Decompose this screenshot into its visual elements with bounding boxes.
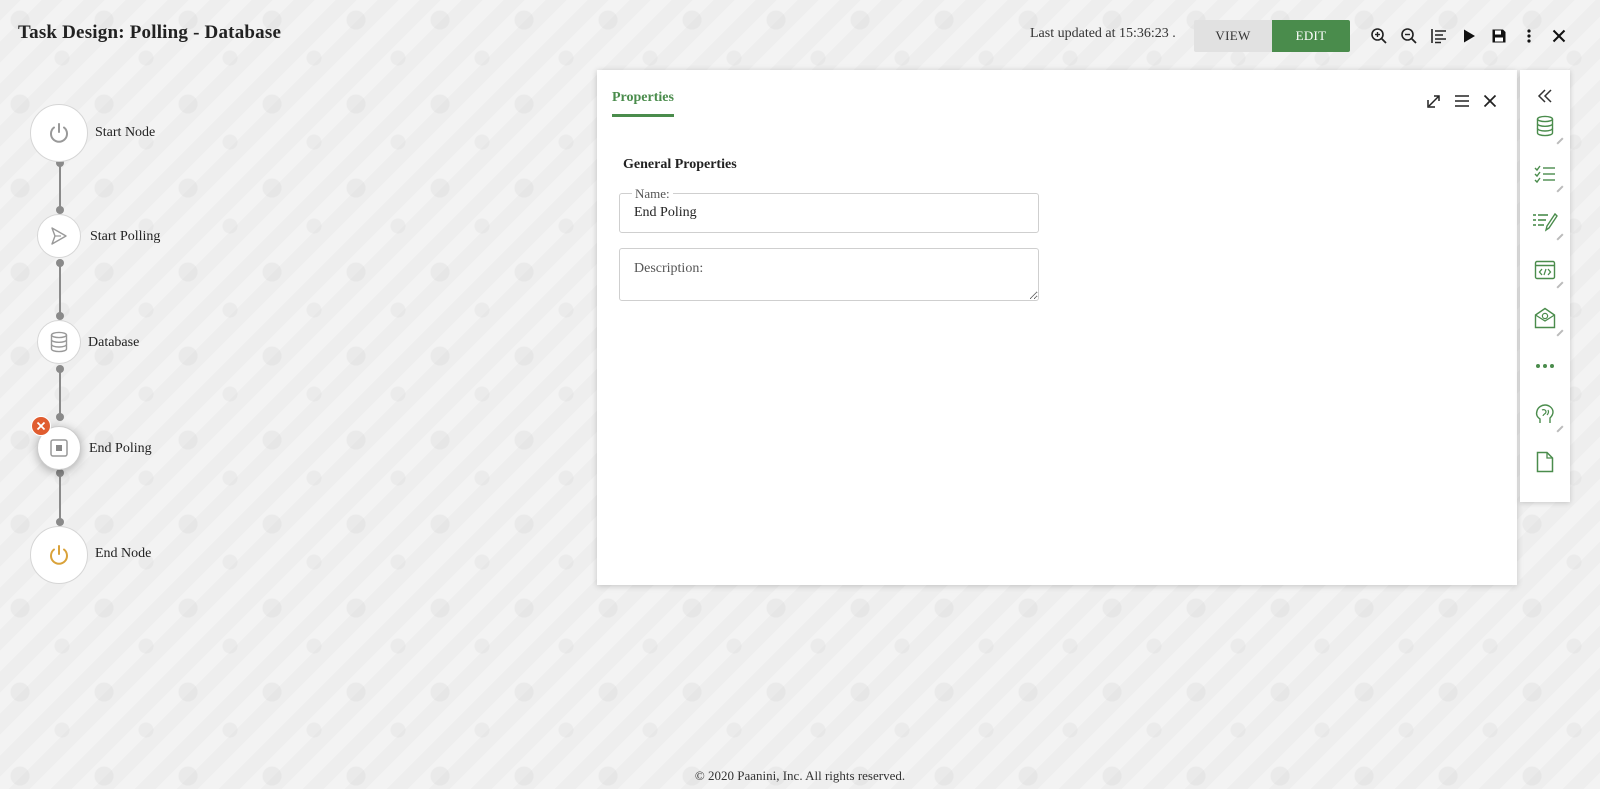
more-horizontal-icon[interactable] <box>1520 348 1570 384</box>
menu-icon[interactable] <box>1451 90 1473 112</box>
play-icon[interactable] <box>1454 24 1484 48</box>
checklist-icon[interactable] <box>1520 156 1570 193</box>
power-icon <box>47 121 71 145</box>
close-icon[interactable] <box>1544 24 1574 48</box>
align-icon[interactable] <box>1424 24 1454 48</box>
page-title: Task Design: Polling - Database <box>18 22 282 43</box>
stop-icon <box>49 438 69 458</box>
connector-dot <box>56 365 64 373</box>
edit-list-icon[interactable] <box>1520 204 1570 241</box>
name-field-label: Name: <box>632 186 673 202</box>
last-updated-text: Last updated at 15:36:23 . <box>1030 26 1176 41</box>
more-vertical-icon[interactable] <box>1514 24 1544 48</box>
name-input[interactable] <box>634 205 1024 221</box>
connector-dot <box>56 518 64 526</box>
send-icon <box>49 226 69 246</box>
description-input[interactable] <box>620 249 1038 300</box>
connector-dot <box>56 413 64 421</box>
edit-button[interactable]: EDIT <box>1272 20 1350 52</box>
flow-node-database[interactable] <box>37 320 81 364</box>
name-field: Name: <box>619 186 1039 233</box>
connector-dot <box>56 469 64 477</box>
flow-node-end[interactable] <box>30 526 88 584</box>
view-button[interactable]: VIEW <box>1194 20 1272 52</box>
code-window-icon[interactable] <box>1520 252 1570 289</box>
flow-node-label[interactable]: End Node <box>95 546 151 562</box>
properties-panel: Properties General Properties Name: <box>597 70 1517 585</box>
zoom-in-icon[interactable] <box>1364 24 1394 48</box>
flow-node-label[interactable]: Database <box>88 335 139 351</box>
power-icon <box>47 543 71 567</box>
document-icon[interactable] <box>1520 444 1570 480</box>
connector <box>59 264 61 314</box>
flow-node-label[interactable]: End Poling <box>89 441 152 457</box>
zoom-out-icon[interactable] <box>1394 24 1424 48</box>
database-tool-icon[interactable] <box>1520 108 1570 145</box>
toolbox-sidebar <box>1520 70 1570 502</box>
flow-node-label[interactable]: Start Node <box>95 125 155 141</box>
connector <box>59 370 61 418</box>
connector-dot <box>56 259 64 267</box>
email-icon[interactable] <box>1520 300 1570 337</box>
flow-node-label[interactable]: Start Polling <box>90 229 160 245</box>
canvas-toolbar <box>1364 24 1574 48</box>
database-icon <box>49 331 69 353</box>
description-field <box>619 248 1039 301</box>
flow-node-start[interactable] <box>30 104 88 162</box>
flow-node-start-polling[interactable] <box>37 214 81 258</box>
brain-icon[interactable] <box>1520 396 1570 433</box>
connector-dot <box>56 206 64 214</box>
connector <box>59 163 61 208</box>
footer-copyright: © 2020 Paanini, Inc. All rights reserved… <box>694 768 906 783</box>
mode-toggle: VIEW EDIT <box>1194 20 1350 52</box>
save-icon[interactable] <box>1484 24 1514 48</box>
tab-properties[interactable]: Properties <box>612 90 674 117</box>
expand-icon[interactable] <box>1423 90 1445 112</box>
section-title: General Properties <box>623 157 737 172</box>
connector-dot <box>56 312 64 320</box>
panel-actions <box>1423 90 1501 112</box>
close-panel-icon[interactable] <box>1479 90 1501 112</box>
connector <box>59 474 61 522</box>
delete-node-icon[interactable] <box>31 416 51 436</box>
